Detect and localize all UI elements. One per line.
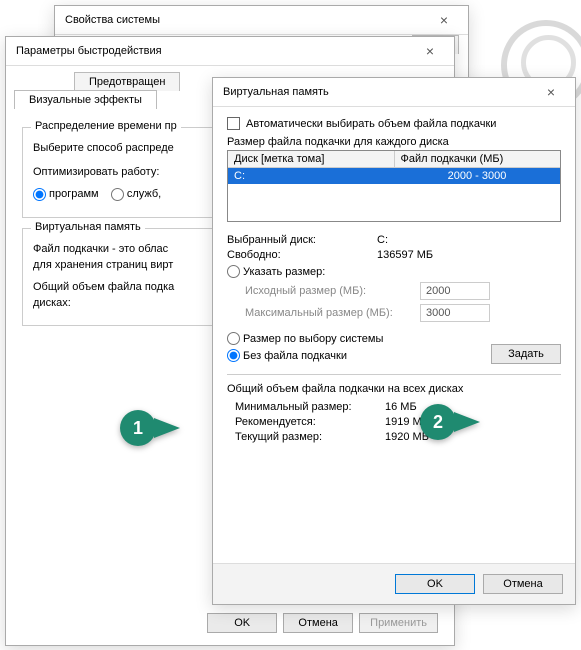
ok-button[interactable]: OK — [207, 613, 277, 633]
callout-2: 2 — [420, 404, 480, 440]
max-size-label: Максимальный размер (МБ): — [245, 307, 420, 319]
group-title: Виртуальная память — [31, 221, 145, 233]
close-icon[interactable]: × — [537, 84, 565, 100]
radio-input[interactable] — [227, 349, 240, 362]
titlebar[interactable]: Параметры быстродействия × — [6, 37, 454, 66]
close-icon[interactable]: × — [430, 12, 458, 28]
recommended-label: Рекомендуется: — [235, 416, 385, 428]
auto-manage-checkbox[interactable]: Автоматически выбирать объем файла подка… — [227, 117, 561, 130]
col-pagefile: Файл подкачки (МБ) — [395, 151, 561, 167]
radio-programs[interactable]: программ — [33, 188, 99, 200]
tab-prevention[interactable]: Предотвращен — [74, 72, 180, 91]
radio-input[interactable] — [111, 188, 124, 201]
free-space-label: Свободно: — [227, 249, 377, 261]
drive-list[interactable]: Диск [метка тома] Файл подкачки (МБ) C: … — [227, 150, 561, 222]
list-label: Размер файла подкачки для каждого диска — [227, 136, 561, 148]
radio-custom-size[interactable]: Указать размер: — [227, 265, 561, 278]
callout-number: 2 — [420, 404, 456, 440]
callout-arrow-icon — [454, 412, 480, 432]
total-pagefile-title: Общий объем файла подкачки на всех диска… — [227, 383, 561, 395]
window-title: Виртуальная память — [223, 86, 329, 98]
group-title: Распределение времени пр — [31, 120, 181, 132]
apply-button[interactable]: Применить — [359, 613, 438, 633]
list-item[interactable]: C: 2000 - 3000 — [228, 168, 560, 184]
initial-size-input[interactable]: 2000 — [420, 282, 490, 300]
callout-1: 1 — [120, 410, 180, 446]
radio-input[interactable] — [227, 332, 240, 345]
selected-drive-value: C: — [377, 234, 388, 246]
selected-drive-label: Выбранный диск: — [227, 234, 377, 246]
cancel-button[interactable]: Отмена — [283, 613, 353, 633]
initial-size-label: Исходный размер (МБ): — [245, 285, 420, 297]
checkbox-label: Автоматически выбирать объем файла подка… — [246, 118, 496, 130]
ok-button[interactable]: OK — [395, 574, 475, 594]
cell-size: 2000 - 3000 — [394, 168, 560, 184]
radio-input[interactable] — [227, 265, 240, 278]
cancel-button[interactable]: Отмена — [483, 574, 563, 594]
callout-arrow-icon — [154, 418, 180, 438]
tab-visual-effects[interactable]: Визуальные эффекты — [14, 90, 157, 109]
set-button[interactable]: Задать — [491, 344, 561, 364]
free-space-value: 136597 МБ — [377, 249, 433, 261]
titlebar[interactable]: Свойства системы × — [55, 6, 468, 35]
radio-services[interactable]: служб, — [111, 188, 161, 200]
callout-number: 1 — [120, 410, 156, 446]
window-title: Параметры быстродействия — [16, 45, 162, 57]
checkbox-icon[interactable] — [227, 117, 240, 130]
window-title: Свойства системы — [65, 14, 160, 26]
min-size-label: Минимальный размер: — [235, 401, 385, 413]
titlebar[interactable]: Виртуальная память × — [213, 78, 575, 107]
max-size-input[interactable]: 3000 — [420, 304, 490, 322]
current-size-label: Текущий размер: — [235, 431, 385, 443]
radio-input[interactable] — [33, 188, 46, 201]
min-size-value: 16 МБ — [385, 401, 417, 413]
virtual-memory-window: Виртуальная память × Автоматически выбир… — [212, 77, 576, 605]
list-header: Диск [метка тома] Файл подкачки (МБ) — [228, 151, 560, 168]
col-drive: Диск [метка тома] — [228, 151, 395, 167]
cell-drive: C: — [228, 168, 394, 184]
close-icon[interactable]: × — [416, 43, 444, 59]
